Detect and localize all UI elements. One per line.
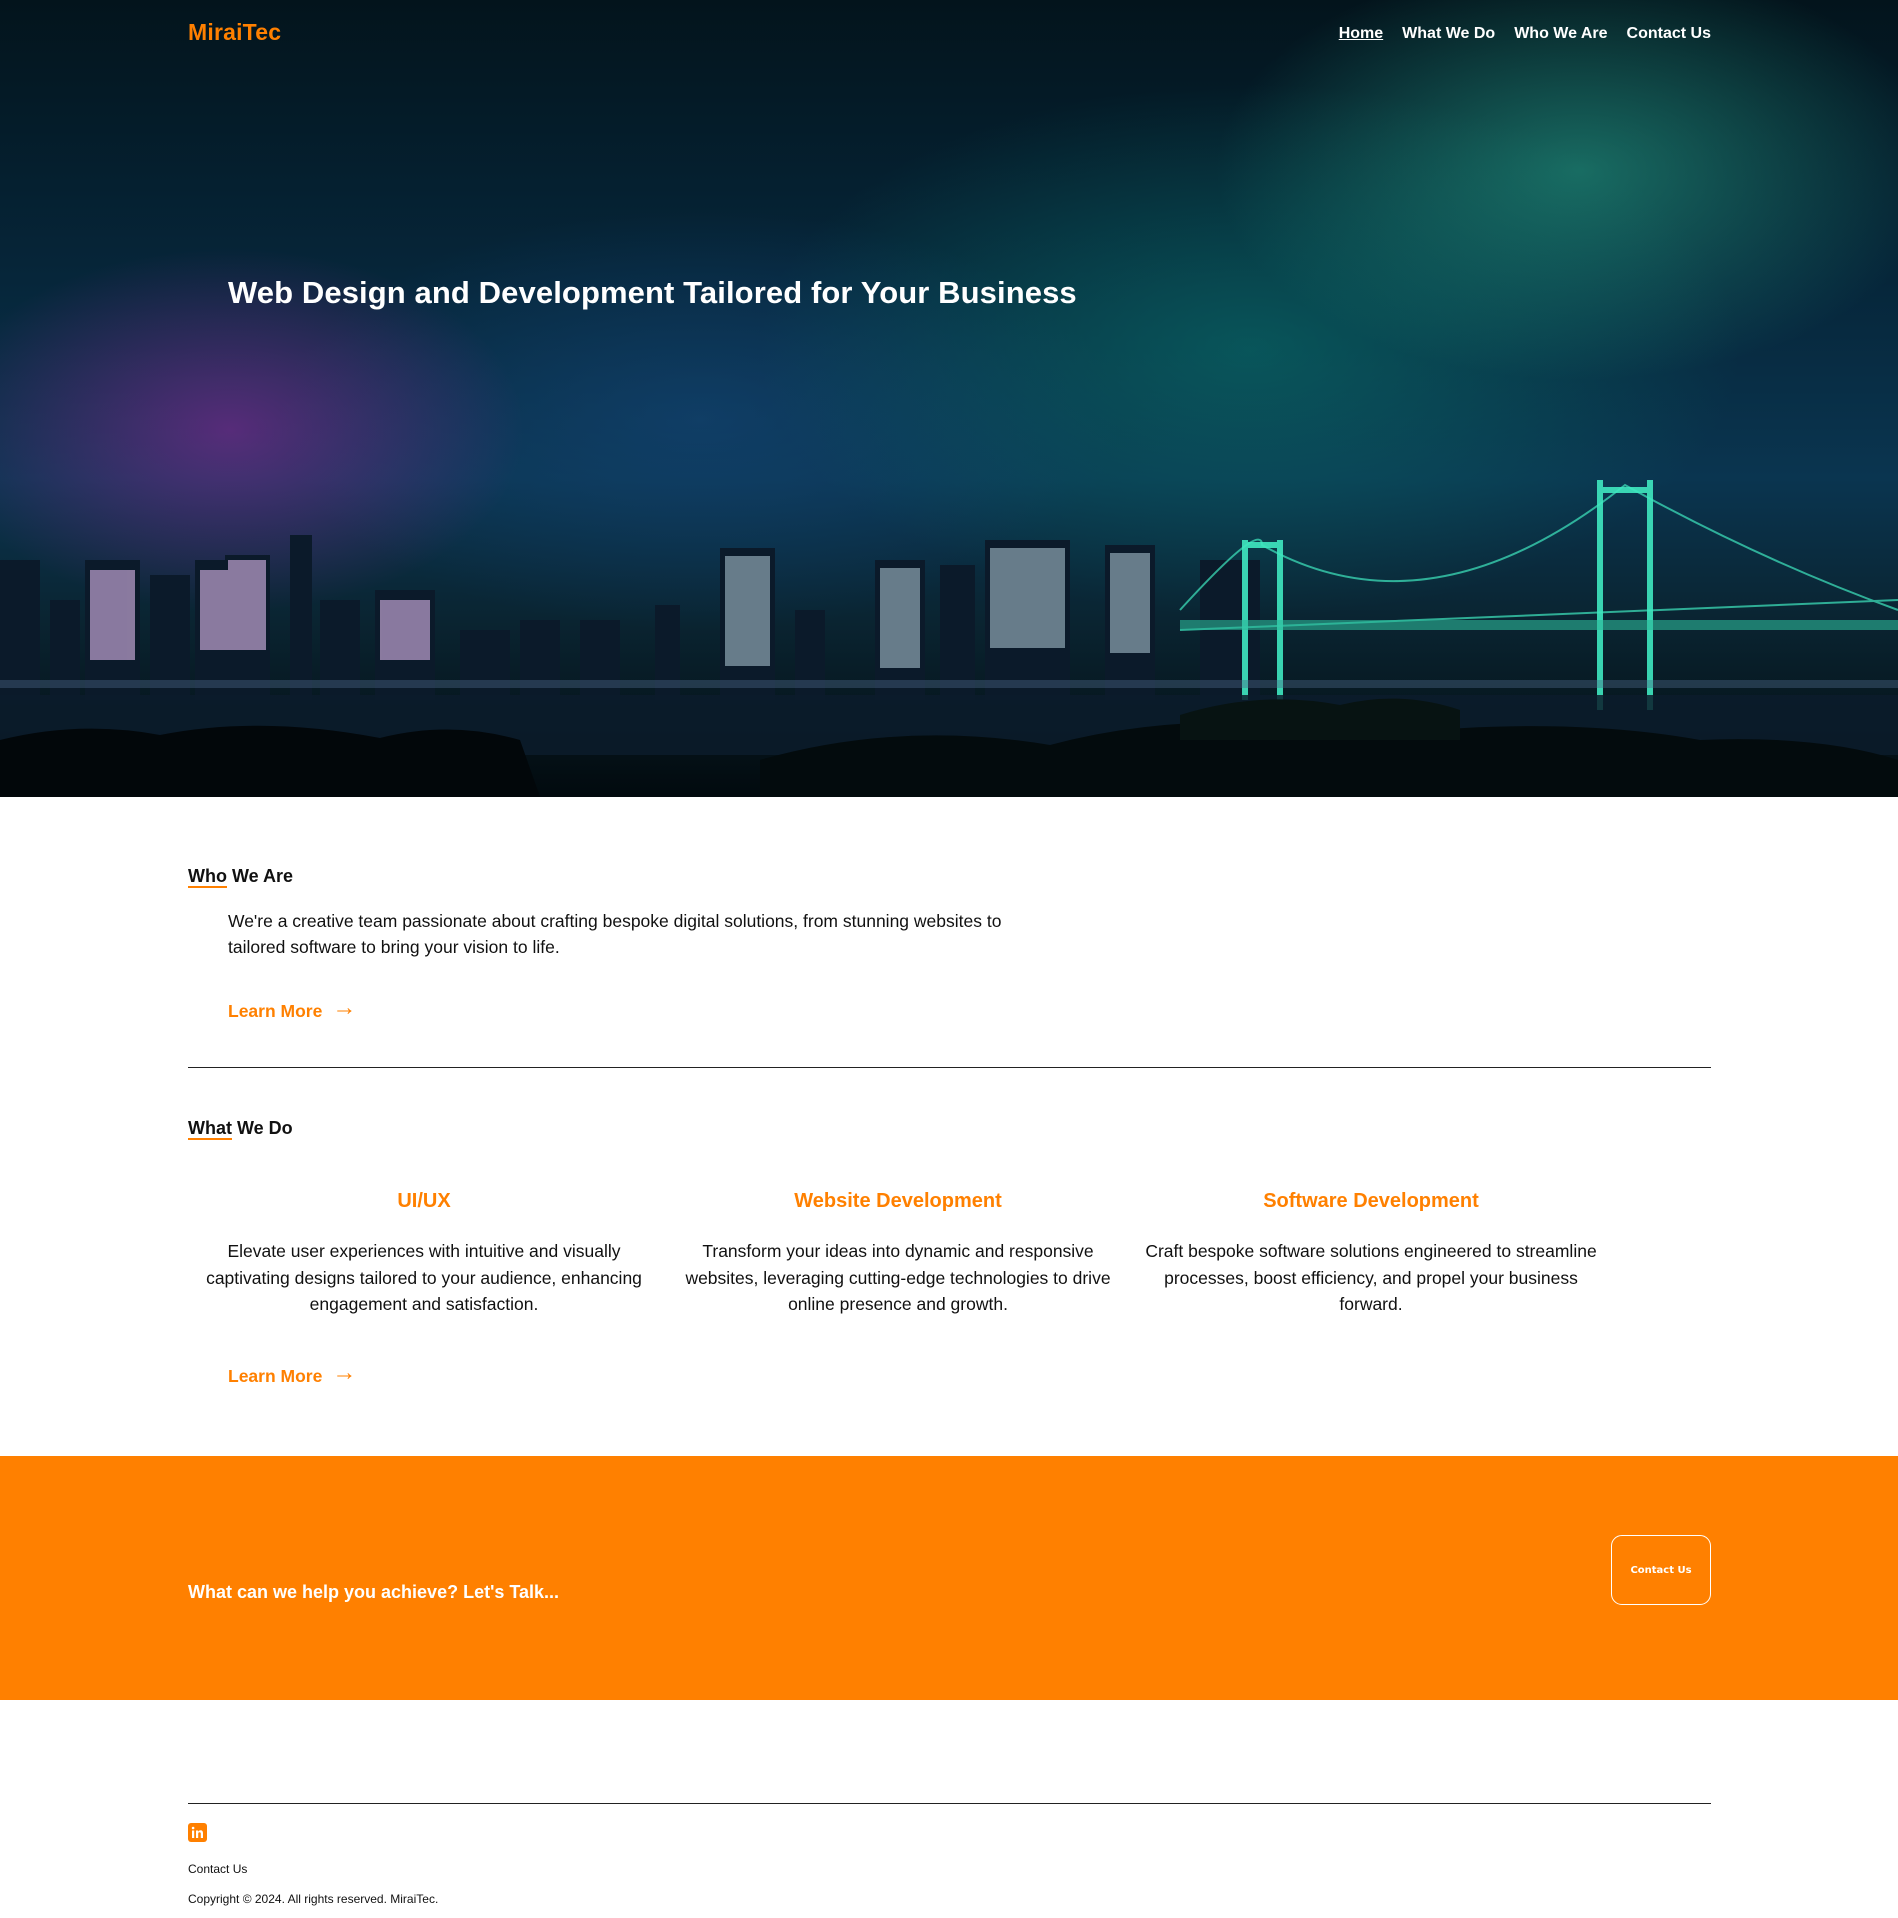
- service-title: Software Development: [1263, 1190, 1479, 1212]
- arrow-right-icon: →: [332, 1359, 357, 1386]
- learn-more-label: Learn More: [228, 1000, 323, 1021]
- service-card-website-development: Website Development Transform your ideas…: [672, 1188, 1124, 1318]
- service-title: UI/UX: [397, 1190, 451, 1212]
- service-description: Elevate user experiences with intuitive …: [206, 1241, 642, 1314]
- what-heading-underlined: What: [188, 1118, 232, 1140]
- nav-what-we-do[interactable]: What We Do: [1402, 25, 1495, 43]
- logo[interactable]: MiraiTec: [188, 19, 281, 46]
- service-title: Website Development: [794, 1190, 1002, 1212]
- who-heading-rest: We Are: [226, 866, 294, 886]
- cta-text: What can we help you achieve? Let's Talk…: [188, 1582, 560, 1602]
- hero-title: Web Design and Development Tailored for …: [228, 275, 1077, 310]
- footer-contact-link[interactable]: Contact Us: [188, 1862, 247, 1876]
- linkedin-glyph: [191, 1826, 203, 1838]
- footer-divider: [188, 1803, 1711, 1804]
- who-heading-underlined: Who: [188, 866, 227, 888]
- who-we-are-text: We're a creative team passionate about c…: [228, 911, 1002, 957]
- copyright-text: Copyright © 2024. All rights reserved. M…: [188, 1892, 439, 1906]
- service-card-software-development: Software Development Craft bespoke softw…: [1145, 1188, 1597, 1318]
- hero-banner: MiraiTec Home What We Do Who We Are Cont…: [0, 0, 1898, 797]
- service-description: Craft bespoke software solutions enginee…: [1145, 1241, 1597, 1314]
- section-divider: [188, 1067, 1711, 1068]
- who-we-are-heading: Who We Are: [188, 866, 294, 888]
- call-to-action-banner: What can we help you achieve? Let's Talk…: [0, 1456, 1898, 1700]
- linkedin-icon[interactable]: [188, 1823, 207, 1842]
- contact-us-button[interactable]: Contact Us: [1611, 1535, 1711, 1605]
- main-nav: Home What We Do Who We Are Contact Us: [1339, 25, 1711, 43]
- what-heading-rest: We Do: [232, 1118, 293, 1138]
- nav-home[interactable]: Home: [1339, 25, 1383, 43]
- service-card-uiux: UI/UX Elevate user experiences with intu…: [198, 1188, 650, 1318]
- what-learn-more-link[interactable]: Learn More →: [228, 1359, 357, 1390]
- nav-who-we-are[interactable]: Who We Are: [1514, 25, 1607, 43]
- who-learn-more-link[interactable]: Learn More →: [228, 994, 357, 1025]
- what-we-do-heading: What We Do: [188, 1118, 293, 1140]
- arrow-right-icon: →: [332, 994, 357, 1021]
- learn-more-label: Learn More: [228, 1365, 323, 1386]
- service-description: Transform your ideas into dynamic and re…: [685, 1241, 1111, 1314]
- nav-contact-us[interactable]: Contact Us: [1627, 25, 1711, 43]
- city-skyline-image: [0, 480, 1898, 797]
- top-navigation-bar: MiraiTec Home What We Do Who We Are Cont…: [188, 0, 1711, 70]
